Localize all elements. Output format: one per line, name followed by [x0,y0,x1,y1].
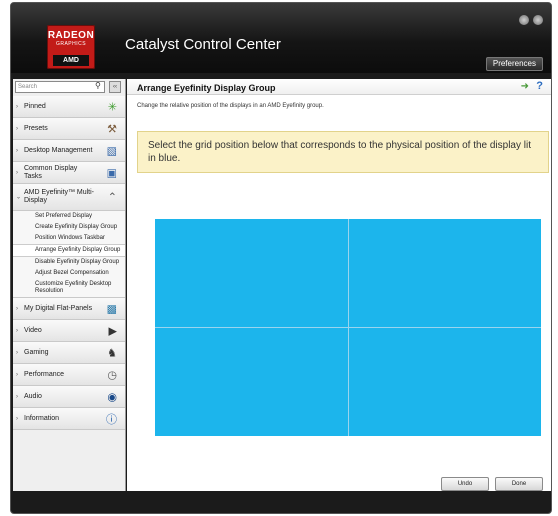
undo-button[interactable]: Undo [441,477,489,491]
collapse-sidebar-button[interactable]: ‹‹ [109,81,121,93]
sidebar-item-eyefinity[interactable]: ⌄ AMD Eyefinity™ Multi-Display ⌃ [13,184,125,211]
app-window: RADEON GRAPHICS AMD Catalyst Control Cen… [10,2,552,514]
sidebar-item-information[interactable]: › Information ⓘ [13,408,125,430]
sidebar: Search ⚲ ‹‹ › Pinned ✳ › Presets ⚒ › Des… [13,79,126,491]
page-title: Arrange Eyefinity Display Group [137,83,276,93]
sidebar-item-pinned[interactable]: › Pinned ✳ [13,96,125,118]
tip-text: Select the grid position below that corr… [148,140,531,164]
preferences-button[interactable]: Preferences [485,57,543,71]
sub-item-set-preferred-display[interactable]: Set Preferred Display [13,211,125,222]
eyefinity-icon: ⌃ [107,191,117,204]
chevron-right-icon: › [16,305,18,312]
info-icon: ⓘ [106,413,117,426]
chevron-right-icon: › [16,125,18,132]
performance-icon: ◷ [107,369,117,381]
sidebar-item-label: AMD Eyefinity™ Multi-Display [24,189,95,204]
sidebar-item-digital-flat-panels[interactable]: › My Digital Flat-Panels ▩ [13,298,125,320]
display-tasks-icon: ▣ [106,167,117,179]
sidebar-nav: › Pinned ✳ › Presets ⚒ › Desktop Managem… [13,96,125,430]
eyefinity-submenu: Set Preferred Display Create Eyefinity D… [13,211,125,298]
presets-icon: ⚒ [107,123,117,135]
sidebar-item-label: My Digital Flat-Panels [24,304,93,312]
monitor-icon: ▩ [106,303,117,315]
chevron-right-icon: › [16,415,18,422]
video-icon: ▶ [108,325,117,337]
sidebar-item-label: Video [24,326,42,334]
chevron-down-icon: ⌄ [16,194,22,201]
instruction-tip: Select the grid position below that corr… [137,131,549,173]
grid-cell-top-right[interactable] [348,219,541,327]
sidebar-item-label: Presets [24,124,48,132]
sub-item-position-taskbar[interactable]: Position Windows Taskbar [13,233,125,244]
logo-vendor: AMD [53,55,89,66]
pin-icon: ✳ [107,101,117,113]
chevron-right-icon: › [16,393,18,400]
sidebar-item-performance[interactable]: › Performance ◷ [13,364,125,386]
logo-sub: GRAPHICS [55,41,87,47]
sidebar-item-label: Gaming [24,348,49,356]
sidebar-item-label: Common Display Tasks [24,164,78,180]
sidebar-item-audio[interactable]: › Audio ◉ [13,386,125,408]
grid-cell-bottom-right[interactable] [348,328,541,436]
logo-brand: RADEON [47,30,95,41]
sidebar-item-label: Performance [24,370,65,378]
sub-item-arrange-group[interactable]: Arrange Eyefinity Display Group [13,244,125,257]
sidebar-item-gaming[interactable]: › Gaming ♞ [13,342,125,364]
sidebar-item-label: Pinned [24,102,46,110]
minimize-icon[interactable] [519,15,529,25]
audio-icon: ◉ [107,391,117,403]
chevron-right-icon: › [16,103,18,110]
chevron-right-icon: › [16,169,18,176]
sidebar-item-label: Audio [24,392,42,400]
app-title: Catalyst Control Center [125,36,281,53]
sub-item-disable-group[interactable]: Disable Eyefinity Display Group [13,257,125,268]
search-input[interactable]: Search [15,81,105,93]
chevron-right-icon: › [16,371,18,378]
grid-cell-bottom-left[interactable] [155,328,348,436]
page-header: Arrange Eyefinity Display Group ➜ ? [127,79,551,95]
chevron-right-icon: › [16,349,18,356]
sidebar-item-common-display-tasks[interactable]: › Common Display Tasks ▣ [13,162,125,184]
pin-page-icon[interactable]: ➜ [521,81,529,92]
close-icon[interactable] [533,15,543,25]
sub-item-create-group[interactable]: Create Eyefinity Display Group [13,222,125,233]
chevron-right-icon: › [16,147,18,154]
chevron-right-icon: › [16,327,18,334]
display-grid [155,219,541,436]
title-bar: RADEON GRAPHICS AMD Catalyst Control Cen… [11,3,551,73]
sub-item-bezel-compensation[interactable]: Adjust Bezel Compensation [13,268,125,279]
sidebar-item-video[interactable]: › Video ▶ [13,320,125,342]
sidebar-item-label: Desktop Management [24,146,93,154]
main-panel: Arrange Eyefinity Display Group ➜ ? Chan… [127,79,551,491]
sidebar-item-desktop-management[interactable]: › Desktop Management ▧ [13,140,125,162]
help-icon[interactable]: ? [536,80,543,92]
search-icon[interactable]: ⚲ [95,81,101,90]
sidebar-item-presets[interactable]: › Presets ⚒ [13,118,125,140]
sidebar-item-label: Information [24,414,60,422]
sub-item-desktop-resolution[interactable]: Customize Eyefinity Desktop Resolution [13,279,125,297]
page-description: Change the relative position of the disp… [137,103,324,109]
done-button[interactable]: Done [495,477,543,491]
radeon-logo: RADEON GRAPHICS AMD [47,25,95,69]
grid-cell-top-left[interactable] [155,219,348,327]
footer-bar: Undo Done [127,475,551,491]
desktop-icon: ▧ [106,145,117,157]
gaming-icon: ♞ [107,347,117,359]
